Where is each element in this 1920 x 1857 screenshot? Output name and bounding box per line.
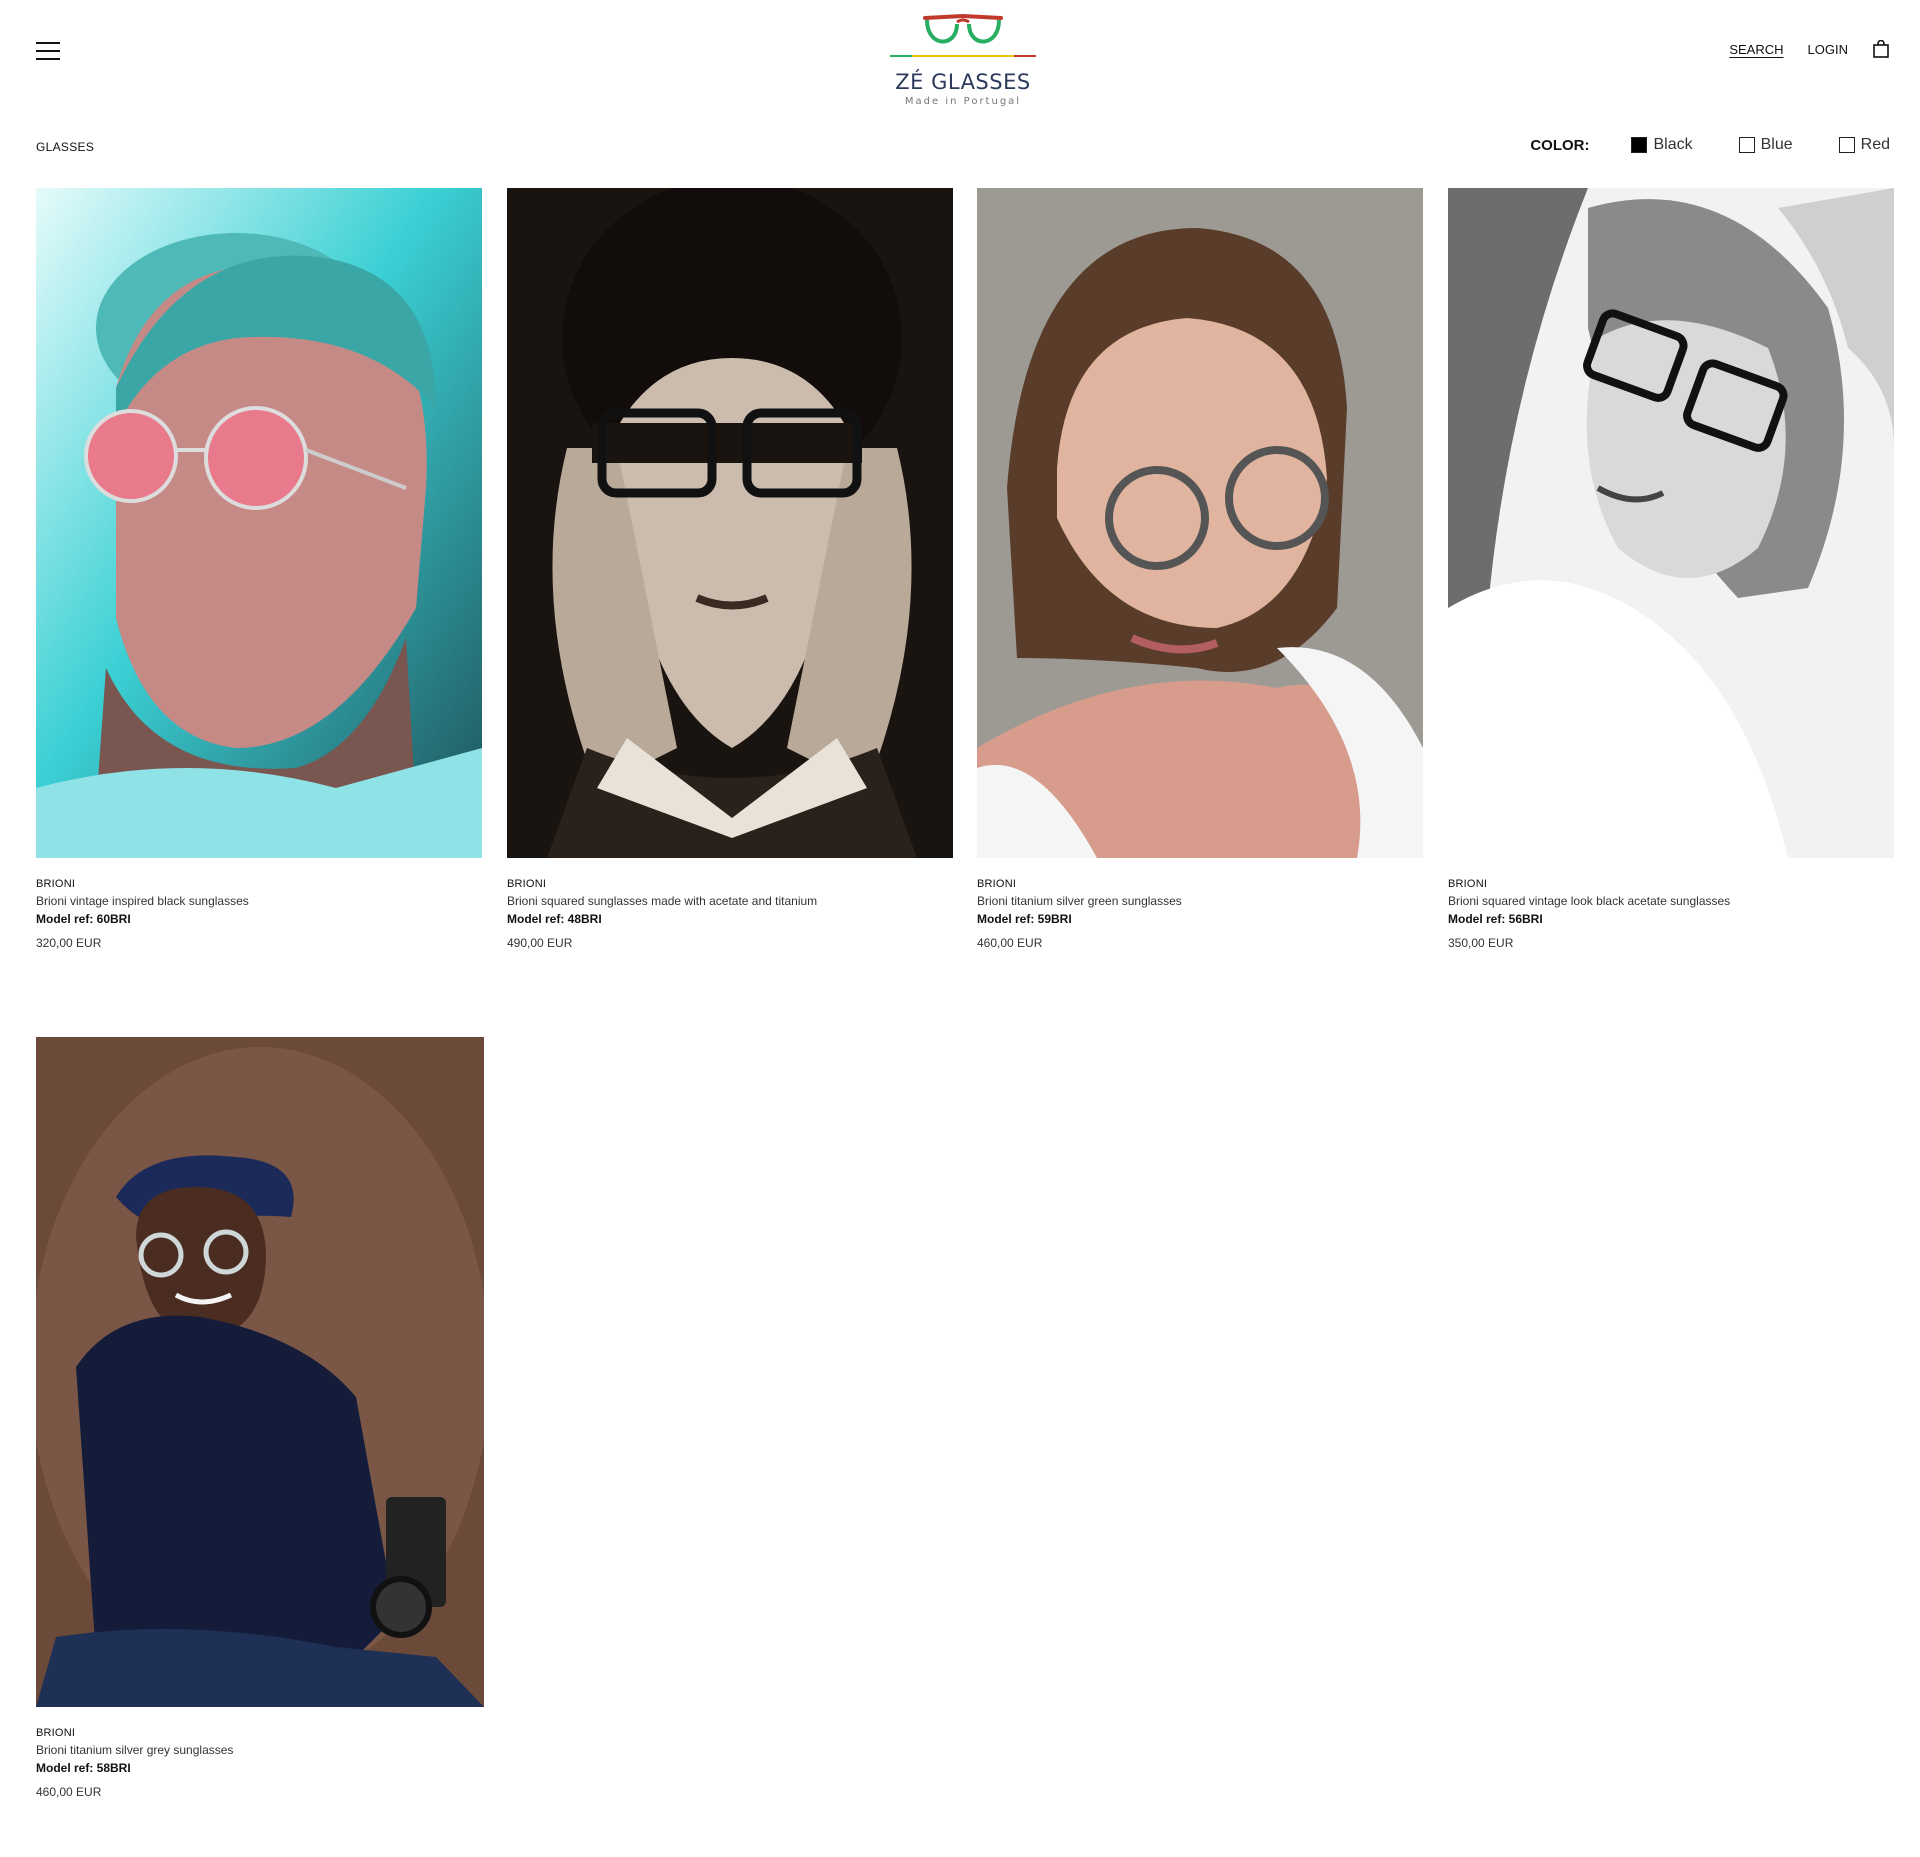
product-card[interactable]: BRIONI Brioni vintage inspired black sun…: [36, 188, 482, 950]
product-model-ref: Model ref: 60BRI: [36, 912, 131, 926]
color-filter-black[interactable]: Black: [1631, 136, 1693, 154]
product-model-ref: Model ref: 58BRI: [36, 1761, 131, 1775]
product-brand: BRIONI: [36, 1727, 76, 1739]
product-price: 490,00 EUR: [507, 936, 573, 950]
product-price: 320,00 EUR: [36, 936, 102, 950]
product-card[interactable]: BRIONI Brioni titanium silver grey sungl…: [36, 1037, 484, 1799]
product-title[interactable]: Brioni titanium silver grey sunglasses: [36, 1743, 484, 1757]
hamburger-menu-icon[interactable]: [36, 42, 60, 60]
product-model-ref: Model ref: 59BRI: [977, 912, 1072, 926]
product-listing-page: ZÉ GLASSES Made in Portugal SEARCH LOGIN…: [0, 0, 1920, 1857]
product-title[interactable]: Brioni squared vintage look black acetat…: [1448, 894, 1894, 908]
color-filter-label: COLOR:: [1530, 136, 1590, 154]
header-actions: SEARCH LOGIN: [1729, 39, 1890, 58]
checkbox-checked-icon[interactable]: [1631, 137, 1648, 153]
category-title: GLASSES: [36, 140, 95, 154]
site-header: ZÉ GLASSES Made in Portugal SEARCH LOGIN: [0, 0, 1920, 120]
product-image[interactable]: [1448, 188, 1894, 858]
checkbox-unchecked-icon[interactable]: [1838, 137, 1855, 153]
product-card[interactable]: BRIONI Brioni squared sunglasses made wi…: [507, 188, 953, 950]
product-model-ref: Model ref: 48BRI: [507, 912, 602, 926]
product-image[interactable]: [507, 188, 953, 858]
color-filter-option-label: Blue: [1760, 136, 1793, 153]
shopping-bag-icon[interactable]: [1872, 39, 1890, 58]
logo-wordmark: ZÉ GLASSES: [895, 70, 1031, 94]
product-price: 460,00 EUR: [977, 936, 1043, 950]
product-card[interactable]: BRIONI Brioni titanium silver green sung…: [977, 188, 1423, 950]
login-link[interactable]: LOGIN: [1808, 42, 1848, 57]
color-filter-blue[interactable]: Blue: [1738, 136, 1793, 154]
glasses-logo-icon: [923, 13, 1003, 44]
product-image[interactable]: [36, 1037, 484, 1707]
product-title[interactable]: Brioni titanium silver green sunglasses: [977, 894, 1423, 908]
product-image[interactable]: [36, 188, 482, 858]
product-title[interactable]: Brioni vintage inspired black sunglasses: [36, 894, 482, 908]
search-link[interactable]: SEARCH: [1729, 42, 1783, 57]
product-model-ref: Model ref: 56BRI: [1448, 912, 1543, 926]
logo-tagline: Made in Portugal: [904, 96, 1022, 107]
color-filter-option-label: Red: [1860, 136, 1890, 153]
product-image[interactable]: [977, 188, 1423, 858]
site-logo[interactable]: ZÉ GLASSES Made in Portugal: [888, 8, 1038, 112]
product-price: 460,00 EUR: [36, 1785, 102, 1799]
product-brand: BRIONI: [36, 878, 76, 890]
product-title[interactable]: Brioni squared sunglasses made with acet…: [507, 894, 953, 908]
product-brand: BRIONI: [1448, 878, 1488, 890]
product-card[interactable]: BRIONI Brioni squared vintage look black…: [1448, 188, 1894, 950]
logo-flag-stripe: [890, 55, 1037, 57]
color-filter-option-label: Black: [1653, 136, 1693, 153]
product-price: 350,00 EUR: [1448, 936, 1514, 950]
product-brand: BRIONI: [977, 878, 1017, 890]
color-filter: COLOR: Black Blue Red: [1530, 136, 1890, 154]
product-brand: BRIONI: [507, 878, 547, 890]
checkbox-unchecked-icon[interactable]: [1738, 137, 1755, 153]
color-filter-red[interactable]: Red: [1838, 136, 1890, 154]
